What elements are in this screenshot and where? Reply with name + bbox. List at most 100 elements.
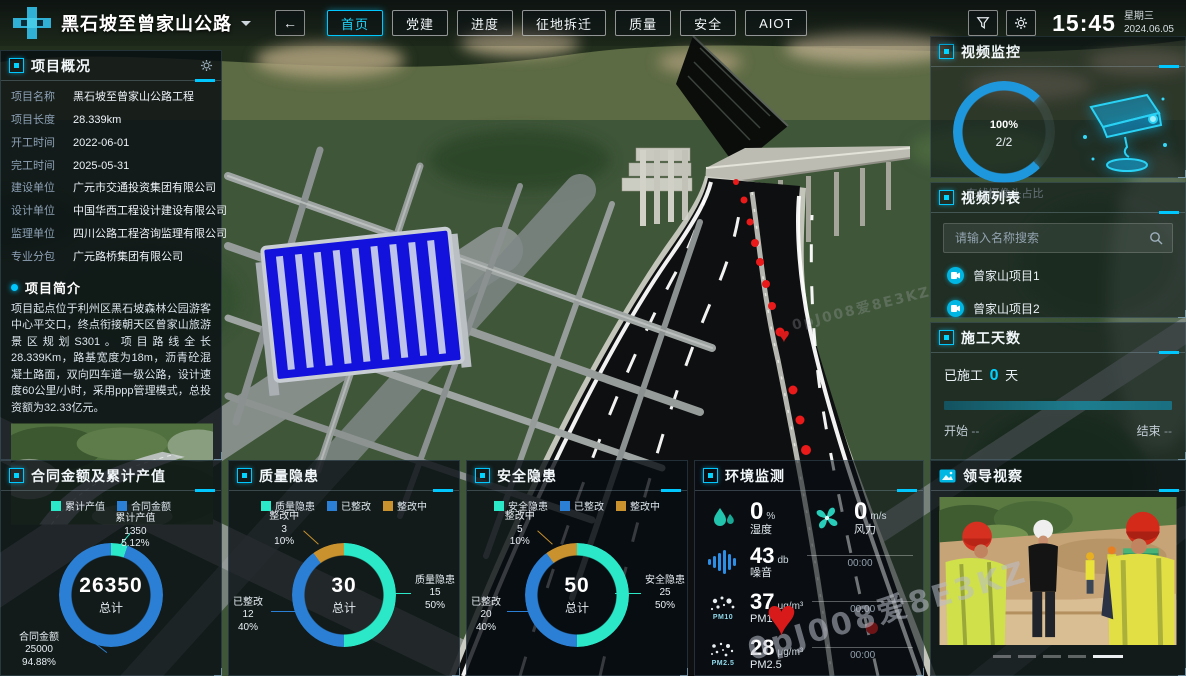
callout: 已整改 20 40% [471,597,501,635]
panel-bracket-icon [9,58,24,73]
gear-icon [200,59,213,72]
clock-time: 15:45 [1052,10,1116,37]
days-range: 开始 -- 结束 -- [931,422,1185,439]
panel-quality-chart: 质量隐患 质量隐患 已整改 整改中 30 总计 整改中 3 10% 质量隐患 1… [228,460,460,676]
search-icon[interactable] [1149,231,1163,245]
pm10-icon: PM10 [705,595,741,621]
donut-center: 26350 总计 [79,574,142,616]
panel-title: 施工天数 [961,328,1021,348]
accent-dash [1159,211,1179,214]
picture-icon [939,469,956,483]
callout: 已整改 12 40% [233,597,263,635]
pm10-sparkline: 00:00 [812,601,913,615]
panel-bracket-icon [237,468,252,483]
days-progress-bar [944,401,1172,410]
donut-center: 30 总计 [331,574,356,616]
env-metric-wind: 0m/s 风力 [809,499,913,537]
tab-party[interactable]: 党建 [392,10,448,36]
env-row-top: 0% 湿度 0m/s 风 [695,491,923,539]
noise-wave-icon [705,549,741,575]
carousel-dots [931,655,1185,658]
legend-item[interactable]: 质量隐患 [261,498,315,513]
tab-home[interactable]: 首页 [327,10,383,36]
tab-land[interactable]: 征地拆迁 [522,10,606,36]
video-list-item[interactable]: 曾家山项目2 [931,292,1185,325]
panel-bracket-icon [939,44,954,59]
panel-header: 项目概况 [1,51,221,81]
tab-safety[interactable]: 安全 [680,10,736,36]
panel-title: 领导视察 [963,466,1023,486]
gear-icon [1014,16,1028,30]
chart-legend: 安全隐患 已整改 整改中 [467,498,687,513]
tab-aiot[interactable]: AIOT [745,10,807,36]
callout: 累计产值 1350 5.12% [115,513,155,551]
callout: 安全隐患 25 50% [645,575,685,613]
field-row: 专业分包广元路桥集团有限公司 [1,246,221,269]
funnel-icon [976,16,990,30]
field-row: 开工时间2022-06-01 [1,132,221,155]
panel-safety-chart: 安全隐患 安全隐患 已整改 整改中 50 总计 整改中 5 10% 安全隐患 2… [466,460,688,676]
carousel-dot[interactable] [1018,655,1036,658]
app-title-menu[interactable]: 黑石坡至曾家山公路 [12,6,251,40]
legend-item[interactable]: 整改中 [616,498,660,513]
back-button[interactable]: ← [275,10,305,36]
panel-contract-chart: 合同金额及累计产值 累计产值 合同金额 26350 总计 累计产值 1350 5… [0,460,222,676]
field-row: 监理单位四川公路工程咨询监理有限公司 [1,223,221,246]
legend-item[interactable]: 安全隐患 [494,498,548,513]
panel-bracket-icon [703,468,718,483]
leader-visit-photo[interactable] [939,497,1177,645]
nav-tabs: 首页 党建 进度 征地拆迁 质量 安全 AIOT [327,10,807,36]
legend-item[interactable]: 整改中 [383,498,427,513]
contract-donut-chart: 累计产值 合同金额 26350 总计 累计产值 1350 5.12% 合同金额 … [1,491,221,673]
carousel-dot[interactable] [993,655,1011,658]
accent-dash [897,489,917,492]
carousel-dot-active[interactable] [1093,655,1123,658]
legend-item[interactable]: 累计产值 [51,498,105,513]
env-metric-humidity: 0% 湿度 [705,499,809,537]
interchange-logo-icon [12,6,52,40]
video-list-item[interactable]: 曾家山项目1 [931,259,1185,292]
top-bar: 黑石坡至曾家山公路 ← 首页 党建 进度 征地拆迁 质量 安全 AIOT [0,0,1186,46]
intro-text: 项目起点位于利州区黑石坡森林公园游客中心平交口，终点衔接朝天区曾家山旅游景区规划… [1,301,221,417]
video-search-box [943,223,1173,253]
days-count: 已施工 0 天 [931,353,1185,391]
legend-item[interactable]: 合同金额 [117,498,171,513]
wind-fan-icon [809,504,845,532]
date: 2024.06.05 [1124,23,1174,36]
panel-title: 安全隐患 [497,466,557,486]
accent-dash [1159,351,1179,354]
legend-item[interactable]: 已整改 [560,498,604,513]
env-metric-pm10: PM10 37μg/m³ PM10 00:00 [695,585,923,631]
gauge-text: 100% 2/2 [953,107,1055,149]
carousel-dot[interactable] [1068,655,1086,658]
panel-bracket-icon [9,468,24,483]
panel-video-monitor: 视频监控 100% 2/2 在线摄像头占比 [930,36,1186,178]
tab-progress[interactable]: 进度 [457,10,513,36]
field-row: 完工时间2025-05-31 [1,155,221,178]
bullet-dot-icon [11,284,18,291]
accent-dash [1159,489,1179,492]
filter-button[interactable] [968,10,998,36]
panel-project-overview: 项目概况 项目名称黑石坡至曾家山公路工程 项目长度28.339km 开工时间20… [0,50,222,460]
panel-title: 项目概况 [31,56,91,76]
env-metric-noise: 43db 噪音 00:00 [695,539,923,585]
panel-bracket-icon [939,190,954,205]
overview-settings-button[interactable] [200,59,213,72]
panel-title: 视频列表 [961,188,1021,208]
overview-fields: 项目名称黑石坡至曾家山公路工程 项目长度28.339km 开工时间2022-06… [1,81,221,269]
video-search-input[interactable] [953,230,1143,246]
panel-title: 合同金额及累计产值 [31,466,166,486]
panel-leader-visit: 领导视察 [930,460,1186,676]
settings-button[interactable] [1006,10,1036,36]
humidity-icon [705,504,741,532]
intro-title: 项目简介 [25,278,81,297]
callout: 整改中 5 10% [505,511,535,549]
carousel-dot[interactable] [1043,655,1061,658]
intro-header: 项目简介 [1,269,221,301]
pm25-icon: PM2.5 [705,641,741,667]
tab-quality[interactable]: 质量 [615,10,671,36]
legend-item[interactable]: 已整改 [327,498,371,513]
accent-dash [195,79,215,82]
camera-icon [947,267,964,284]
panel-bracket-icon [939,330,954,345]
